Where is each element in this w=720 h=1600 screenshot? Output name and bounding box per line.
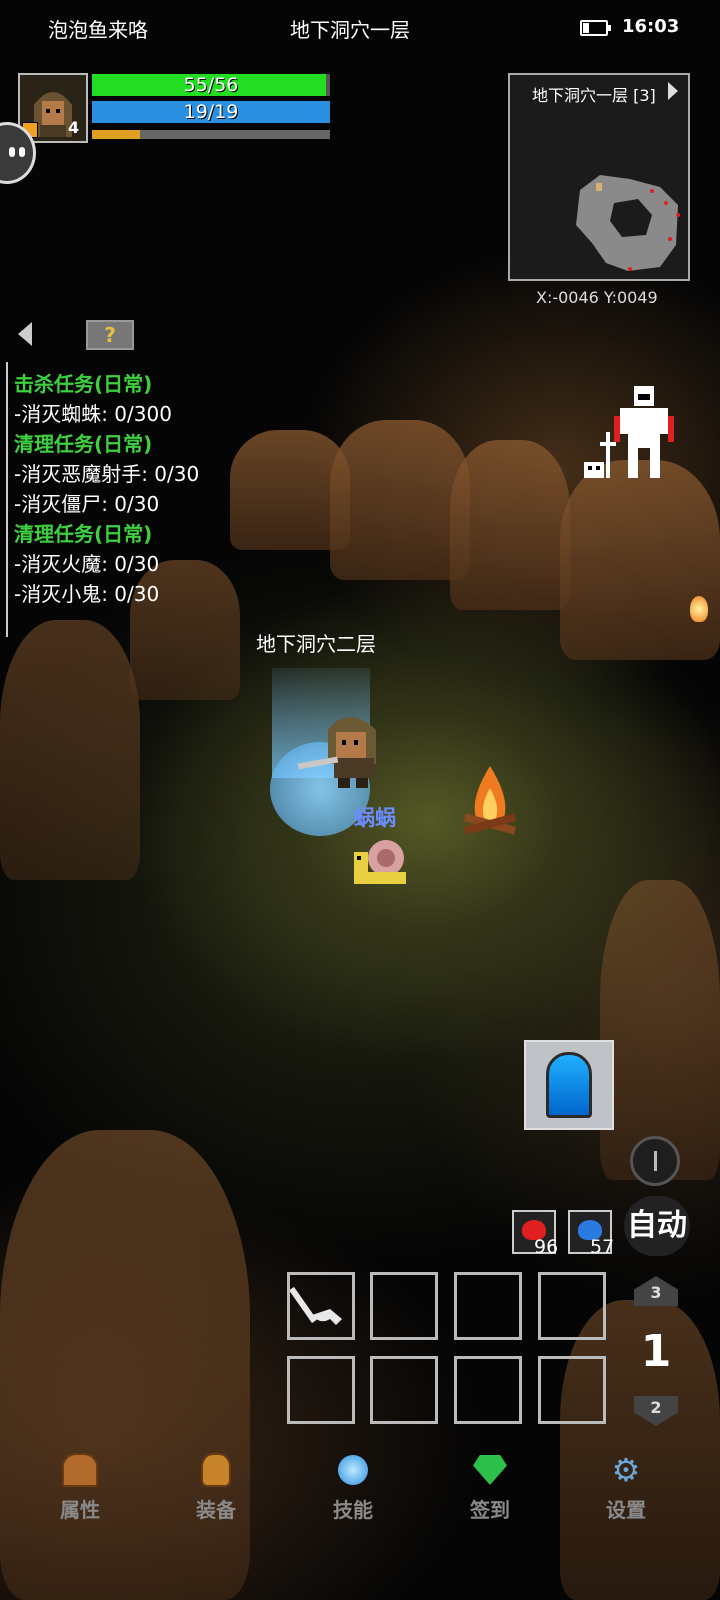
- minimap-title: 地下洞穴一层 [3]: [532, 86, 656, 105]
- attack-skill-icon: [289, 1286, 342, 1325]
- help-button[interactable]: ?: [86, 320, 134, 350]
- portal-item-button[interactable]: [524, 1040, 614, 1130]
- skill-slot-6[interactable]: [370, 1356, 438, 1424]
- snail-enemy-icon[interactable]: [350, 838, 410, 892]
- hp-potion-count: 96: [534, 1236, 559, 1258]
- coordinates: X:-0046 Y:0049: [536, 288, 658, 307]
- skill-slot-2[interactable]: [370, 1272, 438, 1340]
- xp-bar: [92, 130, 330, 139]
- nav-label: 签到: [470, 1498, 510, 1522]
- quest-item: -消灭蜘蛛: 0/300: [14, 402, 172, 426]
- nav-label: 装备: [196, 1498, 236, 1522]
- skill-slot-4[interactable]: [538, 1272, 606, 1340]
- nav-checkin[interactable]: 签到: [440, 1450, 540, 1523]
- quest-group[interactable]: 清理任务(日常) -消灭火魔: 0/30 -消灭小鬼: 0/30: [14, 519, 199, 609]
- collapse-quests-icon[interactable]: [18, 322, 32, 346]
- mp-text: 19/19: [183, 101, 239, 123]
- location-title: 地下洞穴一层: [290, 18, 410, 42]
- nav-settings[interactable]: ⚙ 设置: [576, 1450, 676, 1523]
- skill-slot-7[interactable]: [454, 1356, 522, 1424]
- helmet-icon: [60, 1450, 100, 1490]
- battery-icon: [580, 20, 611, 36]
- gear-icon: ⚙: [611, 1451, 641, 1489]
- nav-label: 设置: [606, 1498, 646, 1522]
- auto-button[interactable]: 自动: [624, 1196, 690, 1256]
- hp-text: 55/56: [183, 74, 239, 96]
- minimap-expand-icon[interactable]: [668, 82, 678, 100]
- skill-slot-5[interactable]: [287, 1356, 355, 1424]
- quest-heading: 击杀任务(日常): [14, 372, 153, 396]
- nav-equipment[interactable]: 装备: [166, 1450, 266, 1523]
- skeleton-enemy-icon[interactable]: [584, 386, 694, 490]
- skill-slot-1[interactable]: [287, 1272, 355, 1340]
- nav-attributes[interactable]: 属性: [30, 1450, 130, 1523]
- quest-group[interactable]: 击杀任务(日常) -消灭蜘蛛: 0/300: [14, 369, 199, 429]
- skill-slot-8[interactable]: [538, 1356, 606, 1424]
- quest-item: -消灭火魔: 0/30: [14, 552, 160, 576]
- enemy-name: 蜗蜗: [354, 806, 396, 830]
- portal-label: 地下洞穴二层: [256, 632, 376, 656]
- quest-item: -消灭恶魔射手: 0/30: [14, 462, 200, 486]
- campfire-icon: [463, 766, 517, 835]
- nav-skills[interactable]: 技能: [303, 1450, 403, 1523]
- hp-bar: 55/56: [92, 74, 330, 96]
- bag-icon: [196, 1450, 236, 1490]
- torch-icon: [690, 596, 708, 622]
- skill-slot-3[interactable]: [454, 1272, 522, 1340]
- portal-door-icon: [546, 1052, 592, 1118]
- player-character-icon[interactable]: [298, 706, 388, 790]
- quest-heading: 清理任务(日常): [14, 522, 153, 546]
- mp-potion-count: 57: [590, 1236, 615, 1258]
- nav-label: 属性: [60, 1498, 100, 1522]
- quest-item: -消灭僵尸: 0/30: [14, 492, 160, 516]
- current-floor: 1: [640, 1326, 672, 1377]
- clock: 16:03: [622, 16, 680, 37]
- rotate-view-button[interactable]: [630, 1136, 680, 1186]
- mp-bar: 19/19: [92, 101, 330, 123]
- quest-divider: [6, 362, 8, 637]
- quest-group[interactable]: 清理任务(日常) -消灭恶魔射手: 0/30 -消灭僵尸: 0/30: [14, 429, 199, 519]
- nav-label: 技能: [333, 1498, 373, 1522]
- player-level: 4: [68, 118, 80, 137]
- quest-list: 击杀任务(日常) -消灭蜘蛛: 0/300 清理任务(日常) -消灭恶魔射手: …: [14, 369, 199, 609]
- quest-heading: 清理任务(日常): [14, 432, 153, 456]
- quest-item: -消灭小鬼: 0/30: [14, 582, 160, 606]
- gem-icon: [470, 1450, 510, 1490]
- skill-orb-icon: [333, 1450, 373, 1490]
- app-name: 泡泡鱼来咯: [48, 18, 148, 42]
